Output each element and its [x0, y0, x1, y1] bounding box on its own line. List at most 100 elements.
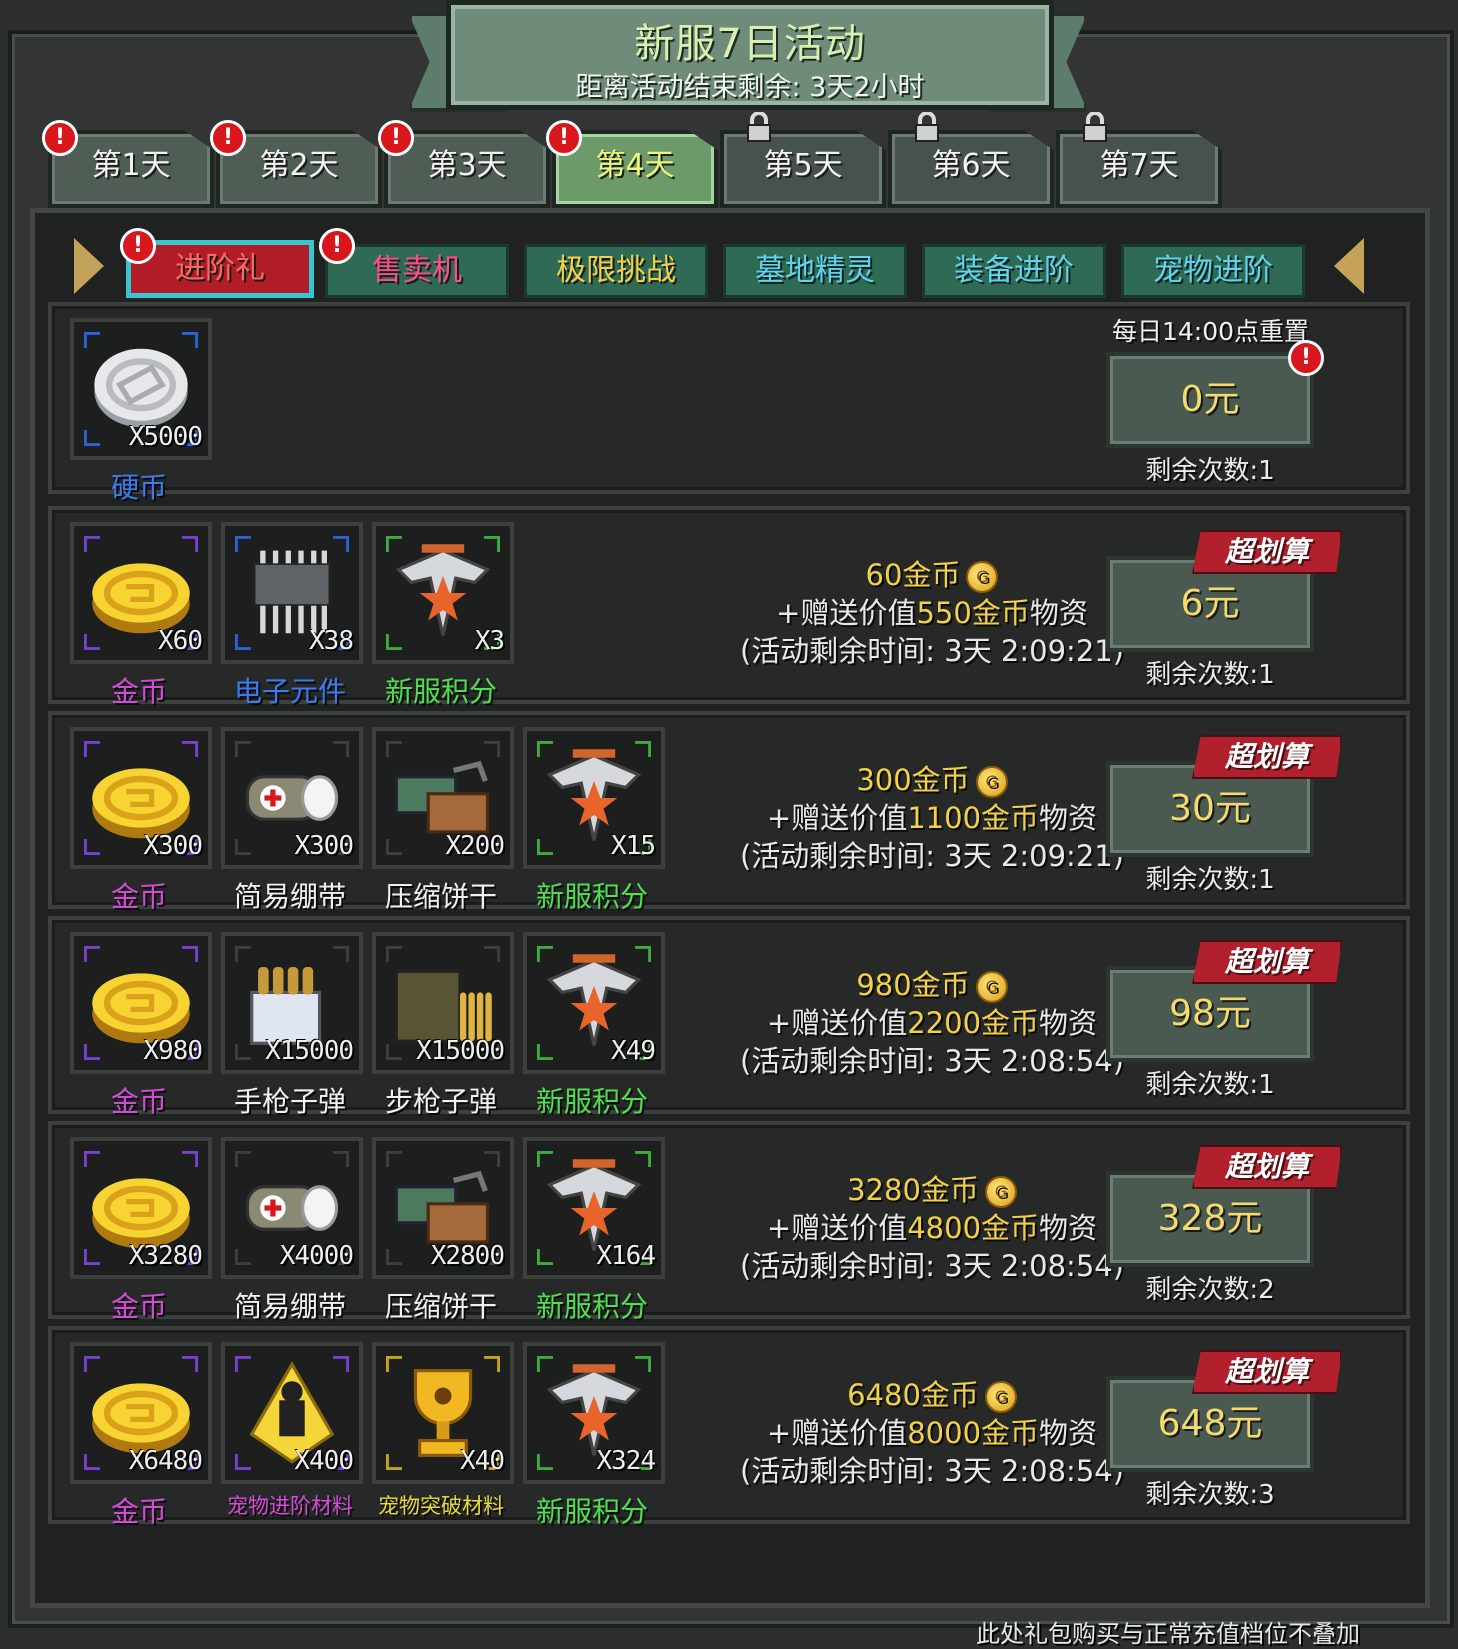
tab-day-7[interactable]: 第7天 — [1056, 130, 1222, 208]
reward-item[interactable]: X3 新服积分 — [372, 522, 514, 710]
scroll-right-arrow-icon[interactable] — [1334, 238, 1364, 294]
sub-tab-6[interactable]: 宠物进阶 — [1121, 244, 1305, 298]
reward-item[interactable]: X38 电子元件 — [221, 522, 363, 710]
reward-item[interactable]: X400 宠物进阶材料 — [221, 1342, 363, 1520]
item-name: 新服积分 — [535, 1495, 648, 1528]
reward-item[interactable]: X15000 步枪子弹 — [372, 932, 514, 1120]
reward-item[interactable]: X2800 压缩饼干 — [372, 1137, 514, 1325]
deal-ribbon: 超划算 — [1192, 1350, 1342, 1394]
item-slot[interactable]: X38 — [221, 522, 363, 664]
sub-tab-label: 极限挑战 — [556, 253, 676, 288]
tab-day-6[interactable]: 第6天 — [888, 130, 1054, 208]
item-slot[interactable]: X6480 — [70, 1342, 212, 1484]
item-quantity: X5000 — [128, 422, 203, 452]
item-slot[interactable]: X40 — [372, 1342, 514, 1484]
item-slot[interactable]: X15 — [523, 727, 665, 869]
item-slot[interactable]: X400 — [221, 1342, 363, 1484]
item-slot[interactable]: X3 — [372, 522, 514, 664]
reward-item[interactable]: X6480 金币 — [70, 1342, 212, 1530]
remaining-count: 剩余次数:2 — [1145, 1275, 1275, 1305]
item-name: 硬币 — [110, 471, 167, 504]
reward-item[interactable]: X15000 手枪子弹 — [221, 932, 363, 1120]
alert-badge-icon: ! — [210, 120, 246, 156]
reward-item[interactable]: X5000 硬币 — [70, 318, 212, 506]
reward-item[interactable]: X40 宠物突破材料 — [372, 1342, 514, 1520]
item-slot[interactable]: X3280 — [70, 1137, 212, 1279]
alert-badge-icon: ! — [378, 120, 414, 156]
bonus-prefix: +赠送价值 — [776, 596, 917, 630]
gold-amount: 300金币 — [856, 763, 970, 797]
gold-coin-icon: G — [984, 1176, 1017, 1208]
buy-button-free[interactable]: 0元 — [1106, 352, 1314, 448]
item-name: 手枪子弹 — [233, 1085, 346, 1118]
item-name: 新服积分 — [384, 675, 497, 708]
deal-ribbon: 超划算 — [1192, 530, 1342, 574]
event-countdown: 距离活动结束剩余: 3天2小时 — [575, 72, 925, 103]
item-slot[interactable]: X49 — [523, 932, 665, 1074]
pack-description: 3280金币 G +赠送价值4800金币物资 (活动剩余时间: 3天 2:08:54) — [692, 1171, 1172, 1285]
item-slot[interactable]: X300 — [221, 727, 363, 869]
item-slot[interactable]: X4000 — [221, 1137, 363, 1279]
item-name: 简易绷带 — [233, 1290, 346, 1323]
item-slot[interactable]: X200 — [372, 727, 514, 869]
item-quantity: X3280 — [128, 1241, 203, 1271]
price-label: 6元 — [1180, 583, 1240, 624]
bonus-prefix: +赠送价值 — [766, 1416, 908, 1450]
remaining-count: 剩余次数:1 — [1145, 865, 1275, 895]
sub-tab-label: 装备进阶 — [954, 253, 1074, 288]
item-quantity: X400 — [294, 1446, 354, 1476]
reward-item[interactable]: X15 新服积分 — [523, 727, 665, 915]
bonus-suffix: 物资 — [1039, 1006, 1098, 1040]
reward-item[interactable]: X4000 简易绷带 — [221, 1137, 363, 1325]
item-slot[interactable]: X164 — [523, 1137, 665, 1279]
reward-item[interactable]: X49 新服积分 — [523, 932, 665, 1120]
bonus-prefix: +赠送价值 — [766, 1006, 908, 1040]
scroll-left-arrow-icon[interactable] — [74, 238, 104, 294]
bonus-suffix: 物资 — [1039, 1416, 1098, 1450]
sub-tab-label: 进阶礼 — [175, 251, 265, 286]
item-name: 新服积分 — [535, 1085, 648, 1118]
daily-reset-label: 每日14:00点重置 — [1112, 317, 1310, 346]
reward-item[interactable]: X60 金币 — [70, 522, 212, 710]
bonus-value: 1100金币 — [907, 801, 1040, 835]
lock-icon — [1083, 112, 1107, 142]
reward-item[interactable]: X200 压缩饼干 — [372, 727, 514, 915]
sub-tab-5[interactable]: 装备进阶 — [922, 244, 1106, 298]
item-slot[interactable]: X300 — [70, 727, 212, 869]
gold-coin-icon: G — [984, 1381, 1017, 1413]
gold-coin-icon: G — [975, 971, 1008, 1003]
item-quantity: X40 — [460, 1446, 505, 1476]
reward-item[interactable]: X300 简易绷带 — [221, 727, 363, 915]
sub-tab-4[interactable]: 墓地精灵 — [723, 244, 907, 298]
gold-amount: 60金币 — [865, 558, 961, 592]
reward-item[interactable]: X3280 金币 — [70, 1137, 212, 1325]
item-slot[interactable]: X60 — [70, 522, 212, 664]
item-quantity: X980 — [143, 1036, 203, 1066]
item-slot[interactable]: X2800 — [372, 1137, 514, 1279]
reward-item[interactable]: X164 新服积分 — [523, 1137, 665, 1325]
bonus-suffix: 物资 — [1039, 801, 1098, 835]
pack-row: X980 金币 X15000 手枪子弹 X15000 步枪子弹 X49 新服积分 980金币 G +… — [48, 916, 1410, 1118]
item-quantity: X300 — [294, 831, 354, 861]
footer-note: 此处礼包购买与正常充值档位不叠加 — [976, 1620, 1360, 1648]
reward-item[interactable]: X324 新服积分 — [523, 1342, 665, 1530]
sub-tab-3[interactable]: 极限挑战 — [524, 244, 708, 298]
item-slot[interactable]: X15000 — [221, 932, 363, 1074]
gold-amount: 980金币 — [856, 968, 970, 1002]
bonus-value: 8000金币 — [907, 1416, 1040, 1450]
tab-label: 第5天 — [763, 148, 843, 183]
reward-item[interactable]: X300 金币 — [70, 727, 212, 915]
pack-row: X3280 金币 X4000 简易绷带 X2800 压缩饼干 X164 新服积分 3280金币 G… — [48, 1121, 1410, 1323]
item-slot[interactable]: X324 — [523, 1342, 665, 1484]
item-slot[interactable]: X980 — [70, 932, 212, 1074]
item-slot[interactable]: X15000 — [372, 932, 514, 1074]
reward-item[interactable]: X980 金币 — [70, 932, 212, 1120]
page-title: 新服7日活动 — [634, 21, 866, 67]
item-name: 新服积分 — [535, 880, 648, 913]
tab-day-5[interactable]: 第5天 — [720, 130, 886, 208]
item-quantity: X15000 — [265, 1036, 354, 1066]
item-name: 金币 — [110, 880, 167, 913]
tab-label: 第3天 — [427, 148, 507, 183]
item-slot[interactable]: X5000 — [70, 318, 212, 460]
item-name: 金币 — [110, 1495, 167, 1528]
